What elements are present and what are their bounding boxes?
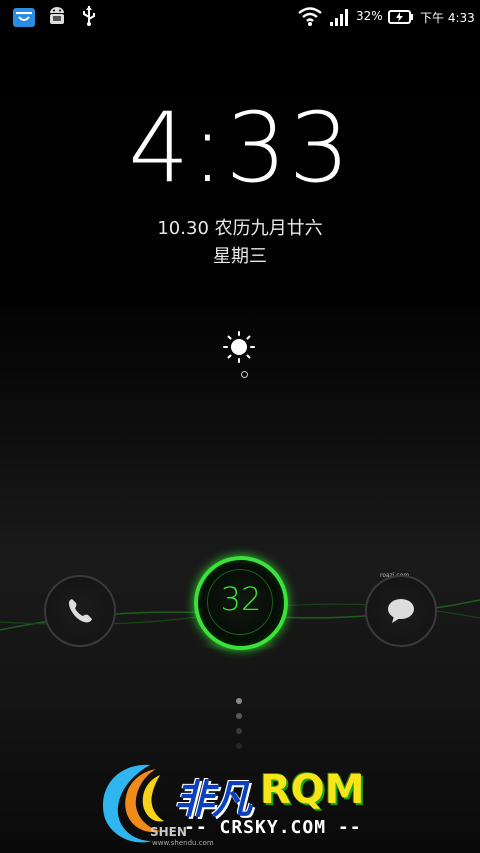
- page-dot: [236, 713, 242, 719]
- weekday: 星期三: [213, 246, 267, 267]
- phone-shortcut[interactable]: [44, 575, 116, 647]
- watermark: 非凡 RQM SHEN -- CRSKY.COM -- www.shendu.c…: [90, 755, 390, 853]
- unlock-ring[interactable]: 32: [194, 556, 288, 650]
- lock-screen: 32% 下午 4:33 4:33 10.30 农历九月廿六 星期三 32 非凡 …: [0, 0, 480, 853]
- status-time: 下午 4:33: [420, 11, 475, 25]
- date-lunar: 10.30 农历九月廿六: [157, 218, 323, 239]
- wifi-icon: [297, 5, 323, 31]
- store-icon: [12, 5, 36, 33]
- sun-icon: [222, 330, 256, 368]
- usb-icon: [80, 5, 98, 31]
- battery-percent: 32%: [356, 9, 383, 23]
- watermark-brand: SHEN: [150, 825, 187, 839]
- clock: 4:33: [128, 92, 352, 204]
- page-indicator: [236, 698, 242, 758]
- signal-icon: [330, 8, 350, 30]
- weather-indicator-dot: [241, 371, 248, 378]
- message-shortcut[interactable]: [365, 575, 437, 647]
- page-dot: [236, 728, 242, 734]
- watermark-site: -- CRSKY.COM --: [184, 817, 362, 838]
- page-dot: [236, 698, 242, 704]
- watermark-brand-site: www.shendu.com: [152, 839, 214, 847]
- battery-charging-icon: [388, 9, 414, 29]
- watermark-rom: RQM: [260, 767, 365, 813]
- status-bar: 32% 下午 4:33: [0, 0, 480, 34]
- android-debug-icon: [47, 5, 67, 31]
- page-dot: [236, 743, 242, 749]
- unlock-number: 32: [220, 580, 262, 618]
- message-icon: [384, 594, 418, 632]
- phone-icon: [64, 595, 96, 631]
